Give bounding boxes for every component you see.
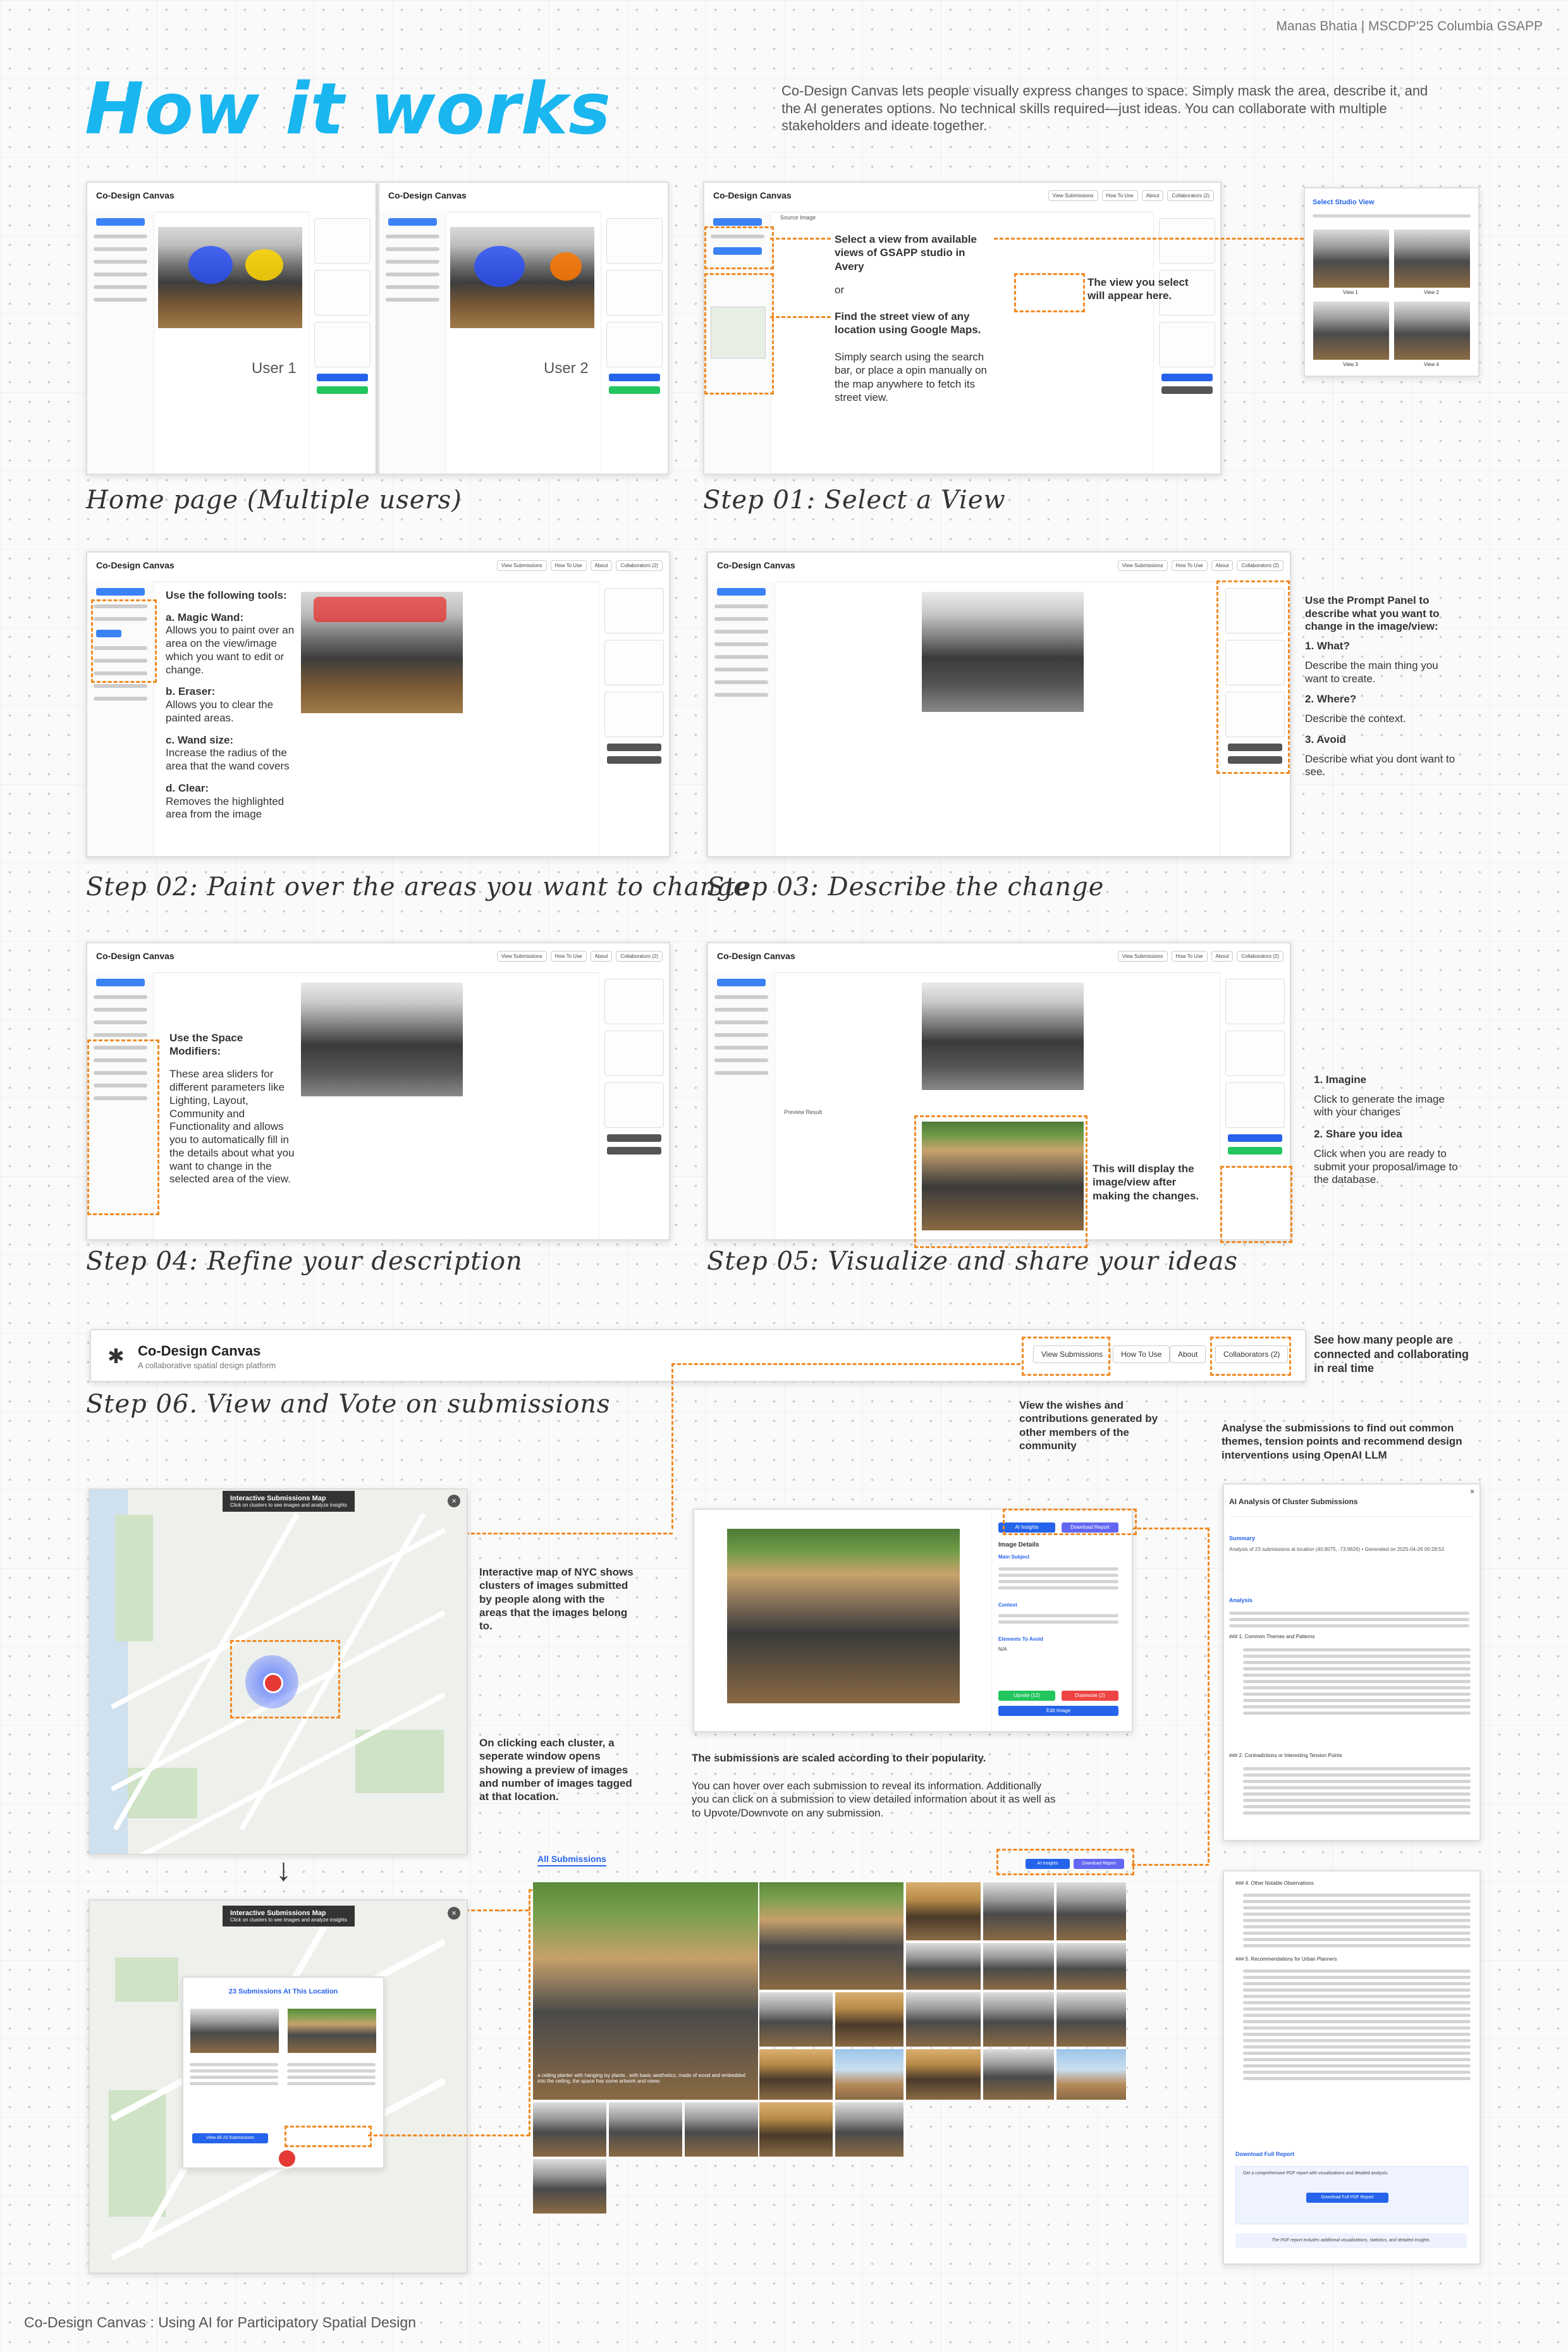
scale-note: The submissions are scaled according to … [692, 1752, 986, 1764]
step1-caption: Step 01: Select a View [703, 486, 1006, 515]
ai-analysis-panel-2: ### 4. Other Notable Observations ### 5.… [1223, 1870, 1481, 2265]
step5-result-highlight [914, 1115, 1087, 1248]
footer: Co-Design Canvas : Using AI for Particip… [24, 2314, 417, 2331]
cluster-map[interactable]: Interactive Submissions Map Click on clu… [89, 1899, 468, 2274]
app-logo-icon: ✱ [107, 1345, 125, 1368]
step5-buttons-highlight [1220, 1166, 1292, 1243]
home-user2-screenshot: Co-Design Canvas User 2 [378, 181, 669, 475]
view-1-label[interactable]: View 1 [1343, 290, 1358, 295]
ai-analysis-panel: AI Analysis Of Cluster Submissions × Sum… [1223, 1483, 1481, 1841]
step1-map-highlight [704, 273, 774, 395]
collab-note: See how many people are connected and co… [1314, 1333, 1469, 1375]
step1-note-b: Find the street view of any location usi… [835, 310, 981, 336]
hover-caption: a ceiling planter with hanging ivy plant… [537, 2073, 746, 2084]
step3-screenshot: Co-Design Canvas View Submissions How To … [707, 551, 1291, 857]
step4-caption: Step 04: Refine your description [86, 1247, 523, 1276]
view-4-label[interactable]: View 4 [1424, 362, 1439, 367]
map-note: Interactive map of NYC shows clusters of… [479, 1566, 634, 1632]
pdf-report-button[interactable]: Download Full PDF Report [1306, 2193, 1388, 2203]
cluster-note: On clicking each cluster, a seperate win… [479, 1737, 632, 1803]
step2-caption: Step 02: Paint over the areas you want t… [86, 873, 749, 902]
step6-caption: Step 06. View and Vote on submissions [86, 1390, 611, 1419]
close-icon[interactable]: × [448, 1495, 460, 1507]
user2-label: User 2 [544, 360, 589, 377]
app-logo: Co-Design Canvas [96, 190, 175, 200]
view-2-label[interactable]: View 2 [1424, 290, 1439, 295]
credit: Manas Bhatia | MSCDP'25 Columbia GSAPP [1276, 19, 1543, 34]
studio-view-modal: Select Studio View View 1 View 2 View 3 … [1304, 187, 1479, 377]
analyse-note: Analyse the submissions to find out comm… [1222, 1422, 1462, 1461]
step5-display-note: This will display the image/view after m… [1093, 1163, 1199, 1202]
arrow-down-icon: ↓ [276, 1852, 291, 1887]
step2-instructions: Use the following tools: a. Magic Wand: … [166, 589, 295, 821]
step1-note-c: Simply search using the search bar, or p… [835, 351, 987, 403]
step5-caption: Step 05: Visualize and share your ideas [707, 1247, 1239, 1276]
close-icon[interactable]: × [1470, 1487, 1474, 1496]
hover-note: You can hover over each submission to re… [692, 1780, 1056, 1819]
step3-notes: Use the Prompt Panel to describe what yo… [1305, 594, 1455, 778]
step1-left-highlight [704, 226, 774, 269]
step3-prompt-highlight [1216, 580, 1290, 774]
step4-notes: Use the Space Modifiers: These area slid… [169, 1032, 295, 1185]
nav-about[interactable]: About [1170, 1345, 1206, 1363]
all-submissions-title: All Submissions [537, 1854, 606, 1866]
home-caption: Home page (Multiple users) [86, 486, 462, 515]
edit-image-button[interactable]: Edit Image [998, 1706, 1118, 1716]
cluster-highlight [230, 1640, 340, 1718]
downvote-button[interactable]: Downvote (2) [1062, 1691, 1118, 1701]
step1-preview-highlight [1014, 273, 1085, 312]
all-submissions-panel: All Submissions AI Insights Download Rep… [530, 1851, 1137, 2271]
page-title: How it works [85, 68, 611, 150]
step4-modifier-highlight [87, 1039, 159, 1215]
upvote-button[interactable]: Upvote (12) [998, 1691, 1055, 1701]
map-title: Interactive Submissions Map Click on clu… [223, 1491, 355, 1512]
view-note: View the wishes and contributions genera… [1019, 1399, 1158, 1452]
app-name: Co-Design Canvas [138, 1343, 261, 1359]
app-header-bar: ✱ Co-Design Canvas A collaborative spati… [90, 1329, 1306, 1382]
step2-tool-highlight [91, 599, 157, 683]
step1-note-d: The view you select will appear here. [1087, 276, 1189, 302]
step5-notes: 1. Imagine Click to generate the image w… [1314, 1074, 1458, 1186]
home-user1-screenshot: Co-Design Canvas User 1 [86, 181, 377, 475]
app-tagline: A collaborative spatial design platform [138, 1361, 276, 1370]
nav-how-to-use[interactable]: How To Use [1113, 1345, 1170, 1363]
ai-analysis-title: AI Analysis Of Cluster Submissions [1229, 1497, 1358, 1506]
view-all-button[interactable]: View All 23 Submissions [192, 2133, 268, 2143]
step1-or: or [835, 284, 845, 296]
step1-note-a: Select a view from available views of GS… [835, 233, 977, 273]
submission-detail: AI Insights Download Report Image Detail… [693, 1509, 1133, 1732]
view-3-label[interactable]: View 3 [1343, 362, 1358, 367]
step3-caption: Step 03: Describe the change [707, 873, 1105, 902]
intro-text: Co-Design Canvas lets people visually ex… [781, 83, 1428, 133]
user1-label: User 1 [252, 360, 297, 377]
